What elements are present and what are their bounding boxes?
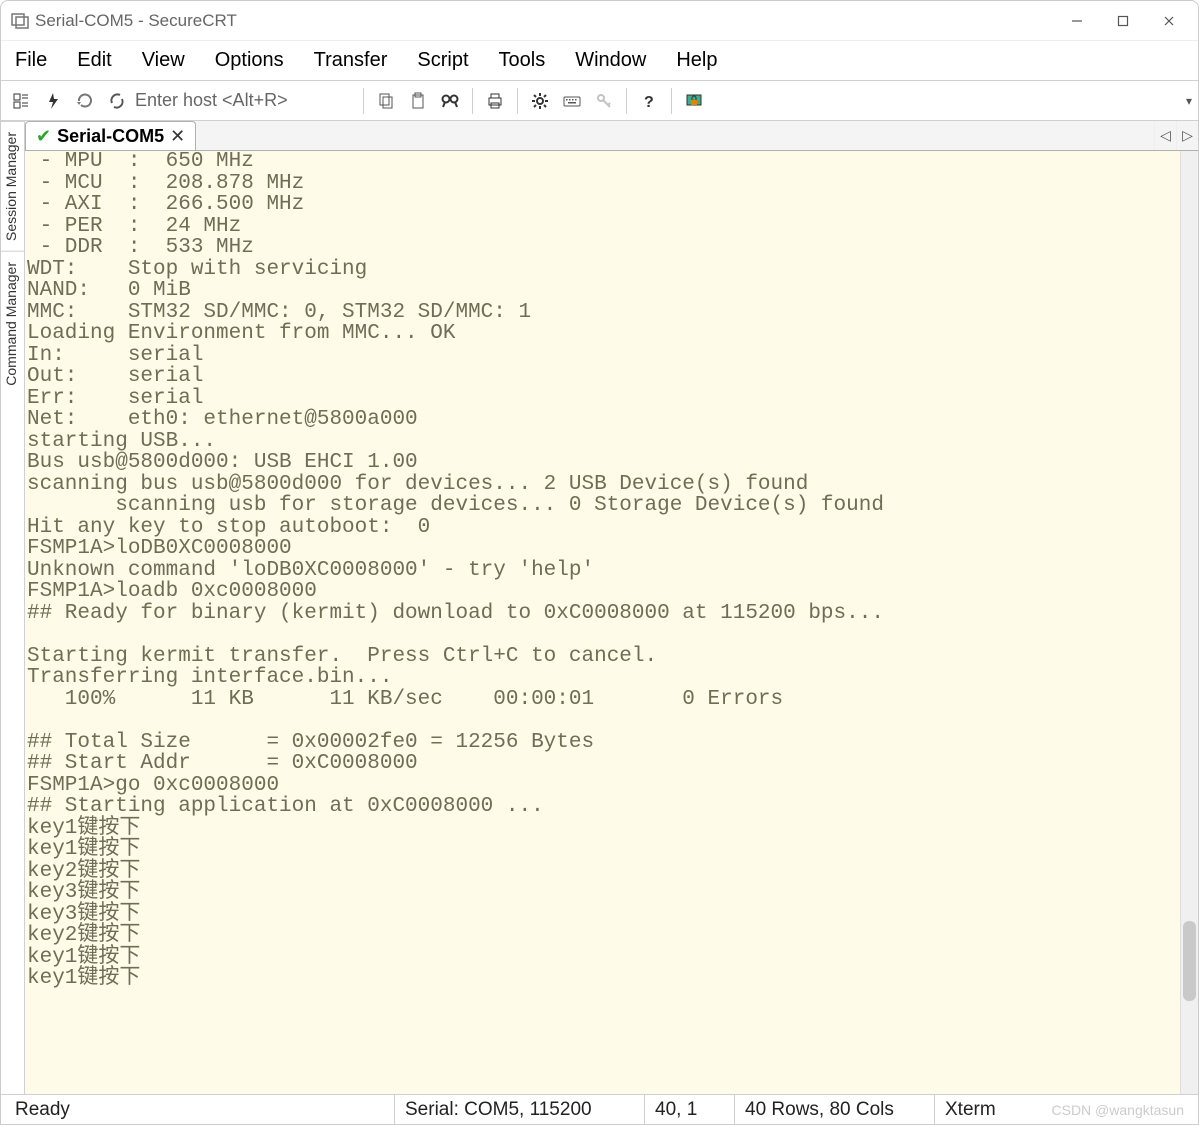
tab-close-icon[interactable]: ✕ [170, 126, 185, 147]
reconnect-icon[interactable] [71, 87, 99, 115]
side-panel-tabs: Session Manager Command Manager [1, 121, 25, 1094]
close-button[interactable] [1146, 1, 1192, 40]
connected-check-icon: ✔ [36, 126, 51, 147]
menu-view[interactable]: View [136, 45, 191, 76]
menu-tools[interactable]: Tools [493, 45, 552, 76]
menubar: File Edit View Options Transfer Script T… [1, 41, 1198, 81]
help-icon[interactable]: ? [635, 87, 663, 115]
quick-connect-icon[interactable] [39, 87, 67, 115]
connect-tab-icon[interactable] [103, 87, 131, 115]
toolbar-overflow-icon[interactable]: ▾ [1186, 94, 1192, 108]
session-manager-tab[interactable]: Session Manager [1, 121, 24, 251]
session-manager-icon[interactable] [7, 87, 35, 115]
maximize-button[interactable] [1100, 1, 1146, 40]
menu-transfer[interactable]: Transfer [308, 45, 394, 76]
menu-edit[interactable]: Edit [71, 45, 117, 76]
app-window: Serial-COM5 - SecureCRT File Edit View O… [0, 0, 1199, 1125]
scrollbar-thumb[interactable] [1183, 921, 1196, 1001]
paste-icon[interactable] [404, 87, 432, 115]
svg-text:?: ? [644, 94, 654, 110]
menu-window[interactable]: Window [569, 45, 652, 76]
app-icon [11, 12, 29, 30]
menu-help[interactable]: Help [670, 45, 723, 76]
print-icon[interactable] [481, 87, 509, 115]
body-area: Session Manager Command Manager ✔ Serial… [1, 121, 1198, 1094]
tab-prev-icon[interactable]: ◁ [1154, 121, 1176, 150]
toolbar: Enter host <Alt+R> ? [1, 81, 1198, 121]
session-tab-row: ✔ Serial-COM5 ✕ ◁ ▷ [25, 121, 1198, 151]
find-icon[interactable] [436, 87, 464, 115]
statusbar: Ready Serial: COM5, 115200 40, 1 40 Rows… [1, 1094, 1198, 1124]
settings-icon[interactable] [526, 87, 554, 115]
key-icon[interactable] [590, 87, 618, 115]
titlebar: Serial-COM5 - SecureCRT [1, 1, 1198, 41]
terminal-output[interactable]: - MPU : 650 MHz - MCU : 208.878 MHz - AX… [25, 151, 1180, 1094]
lock-screen-icon[interactable] [680, 87, 708, 115]
status-rowscols: 40 Rows, 80 Cols [735, 1095, 935, 1124]
status-ready: Ready [5, 1095, 395, 1124]
minimize-button[interactable] [1054, 1, 1100, 40]
session-tab-label: Serial-COM5 [57, 126, 164, 147]
copy-icon[interactable] [372, 87, 400, 115]
host-input[interactable]: Enter host <Alt+R> [135, 90, 355, 111]
watermark: CSDN @wangktasun [1052, 1102, 1185, 1118]
tab-next-icon[interactable]: ▷ [1176, 121, 1198, 150]
status-emulation: Xterm [945, 1099, 996, 1121]
window-title: Serial-COM5 - SecureCRT [35, 11, 237, 31]
menu-options[interactable]: Options [209, 45, 290, 76]
session-tab[interactable]: ✔ Serial-COM5 ✕ [25, 121, 196, 150]
keyboard-icon[interactable] [558, 87, 586, 115]
command-manager-tab[interactable]: Command Manager [1, 251, 24, 396]
status-pos: 40, 1 [645, 1095, 735, 1124]
menu-script[interactable]: Script [411, 45, 474, 76]
status-serial: Serial: COM5, 115200 [395, 1095, 645, 1124]
terminal-scrollbar[interactable] [1180, 151, 1198, 1094]
menu-file[interactable]: File [9, 45, 53, 76]
